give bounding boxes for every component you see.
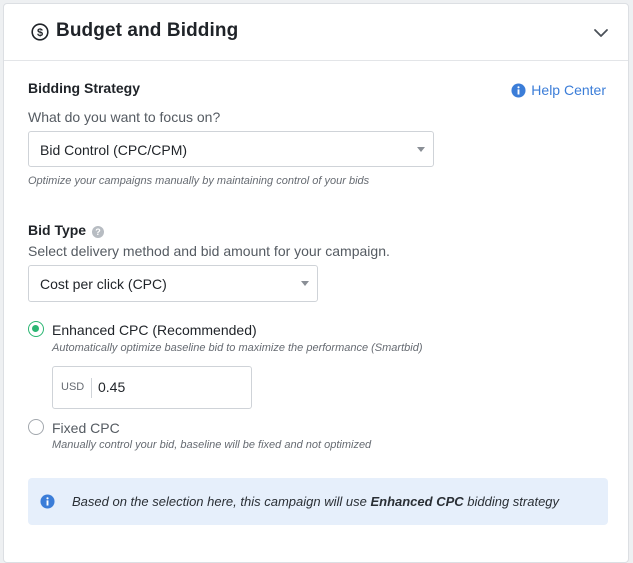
dollar-circle-icon: $ [31,23,49,41]
fixed-cpc-label[interactable]: Fixed CPC [52,420,120,436]
caret-down-icon [417,147,425,152]
svg-text:?: ? [95,227,101,237]
bid-amount-input[interactable] [98,379,238,395]
bid-type-select[interactable]: Cost per click (CPC) [28,265,318,302]
bid-type-select-value: Cost per click (CPC) [40,276,167,292]
strategy-hint: Optimize your campaigns manually by main… [28,175,370,187]
strategy-select[interactable]: Bid Control (CPC/CPM) [28,131,434,167]
enhanced-cpc-description: Automatically optimize baseline bid to m… [52,342,423,354]
strategy-select-value: Bid Control (CPC/CPM) [40,142,188,158]
fixed-cpc-description: Manually control your bid, baseline will… [52,439,372,451]
chevron-down-icon[interactable] [592,24,610,42]
enhanced-cpc-radio[interactable] [28,321,44,337]
bidding-strategy-title: Bidding Strategy [28,80,141,96]
info-message: Based on the selection here, this campai… [72,494,559,509]
enhanced-cpc-label[interactable]: Enhanced CPC (Recommended) [52,322,257,338]
panel-title: Budget and Bidding [56,20,239,41]
focus-question: What do you want to focus on? [28,109,221,125]
help-center-label: Help Center [531,82,606,98]
caret-down-icon [301,281,309,286]
info-emphasis: Enhanced CPC [370,494,464,509]
info-prefix: Based on the selection here, this campai… [72,494,371,509]
bid-type-title: Bid Type [28,222,87,238]
svg-text:$: $ [37,27,43,39]
strategy-info-box: Based on the selection here, this campai… [28,478,608,525]
bid-type-description: Select delivery method and bid amount fo… [28,243,390,259]
currency-divider [91,378,92,398]
help-center-link[interactable]: Help Center [511,82,606,98]
panel-header[interactable]: $ Budget and Bidding [4,4,628,61]
budget-bidding-panel: $ Budget and Bidding Bidding Strategy He… [3,3,629,563]
info-icon [40,494,55,509]
question-icon[interactable]: ? [92,226,104,238]
bid-amount-field[interactable]: USD [52,366,252,409]
info-suffix: bidding strategy [463,494,560,509]
fixed-cpc-radio[interactable] [28,419,44,435]
info-icon [511,82,526,98]
currency-label: USD [61,381,85,393]
